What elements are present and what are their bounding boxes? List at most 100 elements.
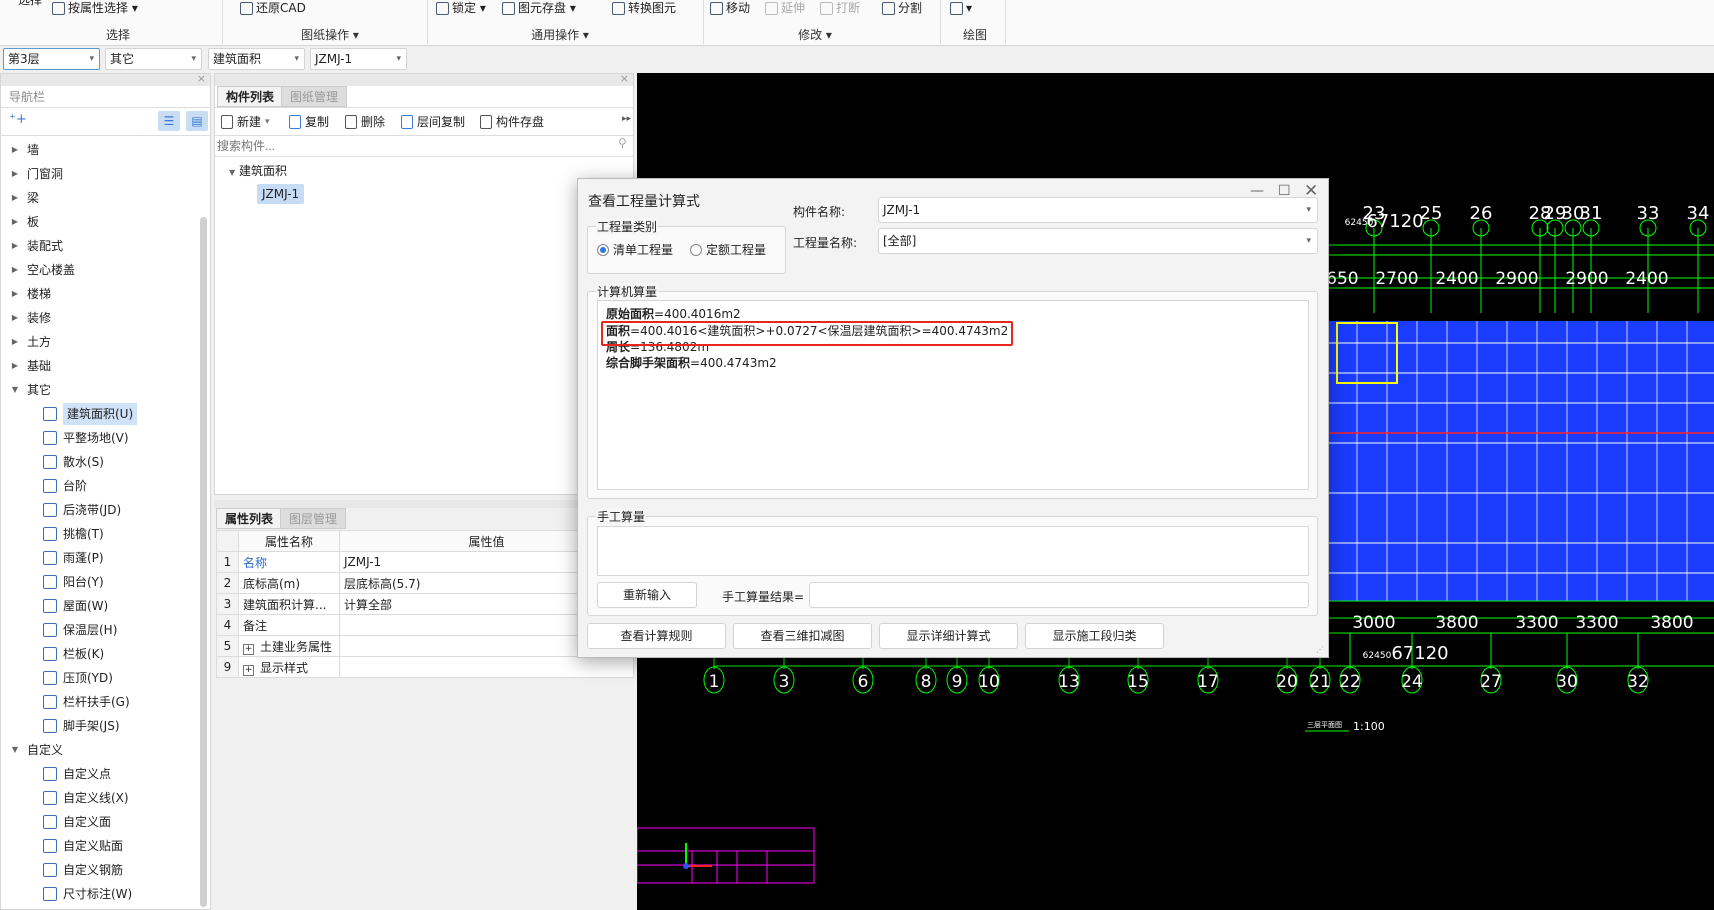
tab-component-list[interactable]: 构件列表 — [217, 86, 284, 107]
ribbon-restore-cad-button[interactable]: 还原CAD — [240, 0, 306, 16]
nav-category[interactable]: ▶ 土方 — [1, 331, 51, 353]
nav-category[interactable]: ▶ 装配式 — [1, 235, 63, 257]
nav-item[interactable]: 后浇带(JD) — [1, 499, 121, 521]
copy-button[interactable]: 复制 — [289, 113, 329, 130]
expand-arrow-icon[interactable]: ▶ — [9, 163, 21, 185]
nav-item[interactable]: 自定义贴面 — [1, 835, 123, 857]
computer-calc-text[interactable]: 原始面积=400.4016m2 面积=400.4016<建筑面积>+0.0727… — [597, 300, 1309, 490]
search-component-input[interactable] — [217, 136, 617, 155]
new-button[interactable]: 新建 ▾ — [221, 113, 270, 130]
nav-item[interactable]: 平整场地(V) — [1, 427, 129, 449]
view-3d-deduction-button[interactable]: 查看三维扣减图 — [733, 623, 872, 649]
show-detailed-formula-button[interactable]: 显示详细计算式 — [879, 623, 1018, 649]
expand-arrow-icon[interactable]: ▶ — [9, 187, 21, 209]
type-select[interactable]: 建筑面积 — [208, 48, 305, 70]
nav-category[interactable]: ▶ 梁 — [1, 187, 39, 209]
category-select[interactable]: 其它 — [105, 48, 202, 70]
manual-result-input[interactable] — [809, 582, 1309, 608]
delete-button[interactable]: 删除 — [345, 113, 385, 130]
property-row[interactable]: 2 底标高(m) 层底标高(5.7) — [216, 572, 634, 594]
radio-quota-quantity[interactable]: 定额工程量 — [690, 241, 766, 258]
close-icon[interactable]: × — [620, 72, 629, 85]
nav-scrollbar[interactable] — [200, 217, 207, 907]
manual-calc-textarea[interactable] — [597, 526, 1309, 576]
dimension-text: 2700 — [1375, 269, 1418, 289]
property-row[interactable]: 1 名称 JZMJ-1 — [216, 551, 634, 573]
property-row[interactable]: 3 建筑面积计算... 计算全部 — [216, 593, 634, 615]
show-construction-segment-button[interactable]: 显示施工段归类 — [1025, 623, 1164, 649]
more-icon[interactable]: ▸▸ — [622, 114, 631, 124]
ribbon-convert-element-button[interactable]: 转换图元 — [612, 0, 676, 16]
copy-icon — [289, 114, 301, 129]
nav-item[interactable]: 栏板(K) — [1, 643, 104, 665]
expand-arrow-icon[interactable]: ▶ — [9, 139, 21, 161]
ribbon-save-element-button[interactable]: 图元存盘 ▾ — [502, 0, 576, 16]
expand-arrow-icon[interactable]: ▶ — [9, 331, 21, 353]
nav-category[interactable]: ▶ 基础 — [1, 355, 51, 377]
property-row[interactable]: 9 + 显示样式 — [216, 656, 634, 678]
nav-category[interactable]: ▶ 装修 — [1, 307, 51, 329]
view-calc-rules-button[interactable]: 查看计算规则 — [587, 623, 726, 649]
nav-item[interactable]: 屋面(W) — [1, 595, 108, 617]
ribbon-break-button[interactable]: 打断 — [820, 0, 860, 16]
nav-item[interactable]: 台阶 — [1, 475, 87, 497]
radio-bill-quantity[interactable]: 清单工程量 — [597, 241, 673, 258]
nav-item[interactable]: 栏杆扶手(G) — [1, 691, 130, 713]
nav-item[interactable]: 尺寸标注(W) — [1, 883, 132, 905]
tree-node-building-area[interactable]: ▼ 建筑面积 — [229, 162, 287, 179]
save-component-button[interactable]: 构件存盘 — [480, 113, 544, 130]
expand-plus-icon[interactable]: + — [243, 643, 254, 655]
search-icon[interactable]: ⚲ — [618, 136, 627, 150]
nav-item[interactable]: 自定义钢筋 — [1, 859, 123, 881]
component-select[interactable]: JZMJ-1 — [310, 48, 407, 70]
nav-category-custom[interactable]: ▼ 自定义 — [1, 739, 63, 761]
expand-arrow-icon[interactable]: ▶ — [9, 211, 21, 233]
nav-item[interactable]: 挑檐(T) — [1, 523, 104, 545]
nav-category[interactable]: ▶ 门窗洞 — [1, 163, 63, 185]
nav-item[interactable]: 保温层(H) — [1, 619, 117, 641]
nav-item[interactable]: 压顶(YD) — [1, 667, 113, 689]
quantity-formula-dialog: 查看工程量计算式 — ☐ ✕ 工程量类别 清单工程量 定额工程量 构件名称: J… — [577, 178, 1329, 658]
expand-arrow-icon[interactable]: ▶ — [9, 259, 21, 281]
floor-select[interactable]: 第3层 — [3, 48, 100, 70]
collapse-arrow-icon[interactable]: ▼ — [9, 379, 21, 401]
expand-arrow-icon[interactable]: ▶ — [9, 283, 21, 305]
save-element-icon — [502, 1, 515, 15]
tab-drawing-management[interactable]: 图纸管理 — [281, 86, 348, 107]
nav-item[interactable]: 自定义线(X) — [1, 787, 129, 809]
tree-node-jzmj-1[interactable]: JZMJ-1 — [257, 184, 305, 204]
tab-property-list[interactable]: 属性列表 — [216, 508, 283, 529]
nav-category-other[interactable]: ▼ 其它 — [1, 379, 51, 401]
quantity-name-select[interactable]: [全部] — [878, 228, 1318, 254]
property-row[interactable]: 4 备注 — [216, 614, 634, 636]
expand-arrow-icon[interactable]: ▶ — [9, 235, 21, 257]
nav-category[interactable]: ▶ 楼梯 — [1, 283, 51, 305]
ribbon-select-by-attribute-button[interactable]: 按属性选择 ▾ — [52, 0, 138, 16]
ribbon-split-button[interactable]: 分割 — [882, 0, 922, 16]
nav-item[interactable]: 脚手架(JS) — [1, 715, 120, 737]
tab-layer-management[interactable]: 图层管理 — [280, 508, 347, 529]
nav-item[interactable]: 雨蓬(P) — [1, 547, 104, 569]
nav-item[interactable]: 阳台(Y) — [1, 571, 104, 593]
nav-item[interactable]: 散水(S) — [1, 451, 104, 473]
collapse-arrow-icon[interactable]: ▼ — [9, 739, 21, 761]
property-value[interactable] — [339, 656, 634, 678]
ribbon-extend-button[interactable]: 延伸 — [765, 0, 805, 16]
component-name-select[interactable]: JZMJ-1 — [878, 197, 1318, 223]
expand-arrow-icon[interactable]: ▶ — [9, 355, 21, 377]
resize-grip-icon[interactable]: ⋰ — [1316, 645, 1324, 654]
nav-item[interactable]: 建筑面积(U) — [1, 403, 138, 425]
reenter-button[interactable]: 重新输入 — [597, 582, 697, 608]
nav-item[interactable]: 自定义点 — [1, 763, 111, 785]
copy-between-floors-button[interactable]: 层间复制 — [401, 113, 465, 130]
ribbon-lock-button[interactable]: 锁定 ▾ — [436, 0, 486, 16]
nav-category[interactable]: ▶ 板 — [1, 211, 39, 233]
ribbon-arc-button[interactable]: ▾ — [950, 0, 972, 16]
expand-arrow-icon[interactable]: ▶ — [9, 307, 21, 329]
nav-category[interactable]: ▶ 墙 — [1, 139, 39, 161]
nav-category[interactable]: ▶ 空心楼盖 — [1, 259, 75, 281]
nav-item[interactable]: 自定义面 — [1, 811, 111, 833]
property-row[interactable]: 5 + 土建业务属性 — [216, 635, 634, 657]
expand-plus-icon[interactable]: + — [243, 664, 254, 676]
ribbon-move-button[interactable]: 移动 — [710, 0, 750, 16]
